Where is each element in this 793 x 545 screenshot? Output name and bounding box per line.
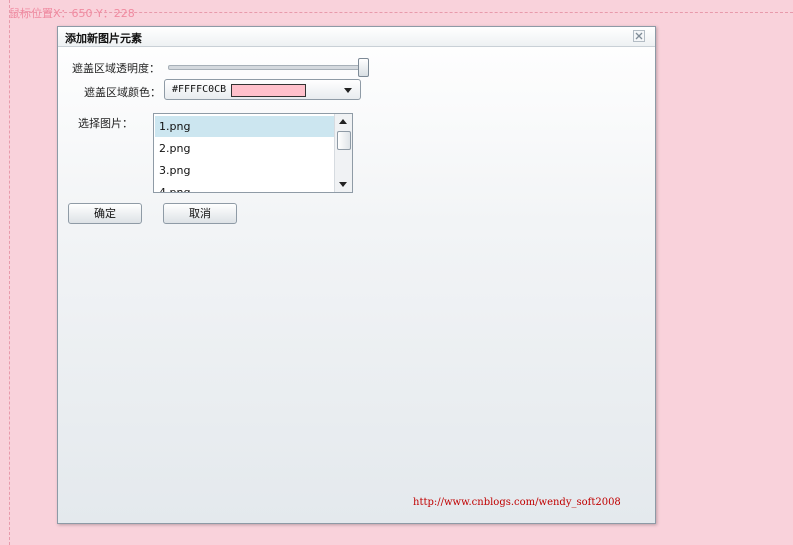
close-icon xyxy=(633,30,645,42)
close-button[interactable] xyxy=(633,30,645,42)
scrollbar-thumb[interactable] xyxy=(337,131,351,150)
ok-button[interactable]: 确定 xyxy=(68,203,142,224)
footer-url-link[interactable]: http://www.cnblogs.com/wendy_soft2008 xyxy=(413,497,621,508)
slider-thumb[interactable] xyxy=(358,58,369,77)
mouse-position-readout: 鼠标位置X：650 Y：228 xyxy=(9,7,135,20)
list-item[interactable]: 4.png xyxy=(155,182,334,192)
dialog-titlebar[interactable]: 添加新图片元素 xyxy=(58,27,655,47)
mask-opacity-label: 遮盖区域透明度： xyxy=(72,62,160,75)
image-listbox[interactable]: 1.png 2.png 3.png 4.png xyxy=(153,113,353,193)
color-value-text: #FFFFC0CB xyxy=(172,84,227,95)
select-image-label: 选择图片： xyxy=(78,117,133,130)
list-item[interactable]: 1.png xyxy=(155,116,334,137)
dialog-title: 添加新图片元素 xyxy=(65,32,142,45)
mask-color-label: 遮盖区域颜色： xyxy=(84,86,161,99)
list-item[interactable]: 2.png xyxy=(155,138,334,159)
list-item[interactable]: 3.png xyxy=(155,160,334,181)
add-image-dialog: 添加新图片元素 遮盖区域透明度： 遮盖区域颜色： #FFFFC0CB 选择图片：… xyxy=(57,26,656,524)
scroll-up-arrow-icon[interactable] xyxy=(339,119,347,124)
cancel-button[interactable]: 取消 xyxy=(163,203,237,224)
mask-opacity-slider[interactable] xyxy=(168,58,369,77)
scroll-down-arrow-icon[interactable] xyxy=(339,182,347,187)
mask-color-dropdown[interactable]: #FFFFC0CB xyxy=(164,79,361,100)
guide-vertical-line xyxy=(9,0,10,545)
chevron-down-icon xyxy=(344,88,352,93)
listbox-scrollbar[interactable] xyxy=(334,114,352,192)
color-swatch xyxy=(231,84,306,97)
